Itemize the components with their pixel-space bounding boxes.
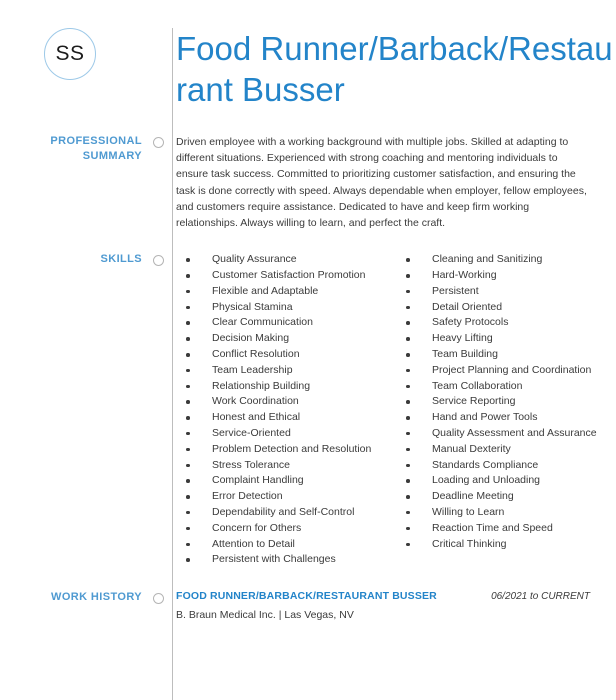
skill-item: Persistent — [396, 284, 616, 300]
skill-item: Attention to Detail — [176, 537, 396, 553]
skill-item: Critical Thinking — [396, 537, 616, 553]
skills-columns: Quality Assurance Customer Satisfaction P… — [176, 252, 616, 568]
skills-column-right: Cleaning and Sanitizing Hard-Working Persi… — [396, 252, 616, 568]
timeline-circle-icon — [153, 137, 164, 148]
skill-item: Reaction Time and Speed — [396, 521, 616, 537]
job-company: B. Braun Medical Inc. | Las Vegas, NV — [176, 609, 354, 622]
skill-item: Heavy Lifting — [396, 331, 616, 347]
section-professional-summary: PROFESSIONAL SUMMARY Driven employee wit… — [0, 134, 616, 231]
timeline-marker-column-skills — [152, 252, 173, 568]
skill-item: Customer Satisfaction Promotion — [176, 268, 396, 284]
timeline-marker-column — [152, 134, 173, 231]
skill-item: Decision Making — [176, 331, 396, 347]
name-block: Food Runner/Barback/Restaurant Busser — [173, 28, 616, 110]
skill-item: Hand and Power Tools — [396, 410, 616, 426]
skill-item: Standards Compliance — [396, 458, 616, 474]
skill-item: Flexible and Adaptable — [176, 284, 396, 300]
section-label-line-2: SUMMARY — [82, 150, 142, 162]
skills-content: Quality Assurance Customer Satisfaction P… — [173, 252, 616, 568]
timeline-circle-icon — [153, 593, 164, 605]
skill-item: Willing to Learn — [396, 505, 616, 521]
skill-item: Conflict Resolution — [176, 347, 396, 363]
skill-item: Persistent with Challenges — [176, 552, 396, 568]
job-dates: 06/2021 to CURRENT — [491, 591, 590, 603]
skill-item: Service-Oriented — [176, 426, 396, 442]
skill-item: Hard-Working — [396, 268, 616, 284]
avatar-monogram: SS — [44, 28, 96, 80]
skill-item: Loading and Unloading — [396, 473, 616, 489]
skill-item: Quality Assurance — [176, 252, 396, 268]
skill-item: Team Leadership — [176, 363, 396, 379]
avatar-column: SS — [0, 28, 152, 80]
skill-item: Physical Stamina — [176, 300, 396, 316]
skill-item: Relationship Building — [176, 379, 396, 395]
skill-item: Concern for Others — [176, 521, 396, 537]
skill-item: Service Reporting — [396, 394, 616, 410]
skill-item: Deadline Meeting — [396, 489, 616, 505]
summary-content: Driven employee with a working backgroun… — [173, 134, 616, 231]
summary-paragraph: Driven employee with a working backgroun… — [176, 136, 587, 230]
work-history-content: FOOD RUNNER/BARBACK/RESTAURANT BUSSER 06… — [173, 590, 616, 623]
section-label-skills: SKILLS — [100, 253, 142, 266]
skill-item: Project Planning and Coordination — [396, 363, 616, 379]
skill-item: Work Coordination — [176, 394, 396, 410]
skills-list-right: Cleaning and Sanitizing Hard-Working Persi… — [396, 252, 616, 552]
skill-item: Clear Communication — [176, 315, 396, 331]
skill-item: Team Collaboration — [396, 379, 616, 395]
skill-item: Manual Dexterity — [396, 442, 616, 458]
skill-item: Dependability and Self-Control — [176, 505, 396, 521]
resume-header: SS Food Runner/Barback/Restaurant Busser — [0, 0, 616, 110]
skill-item: Safety Protocols — [396, 315, 616, 331]
skill-item: Detail Oriented — [396, 300, 616, 316]
resume-document: SS Food Runner/Barback/Restaurant Busser… — [0, 0, 616, 700]
section-label-professional-summary: PROFESSIONAL SUMMARY — [0, 134, 152, 164]
job-header: FOOD RUNNER/BARBACK/RESTAURANT BUSSER 06… — [176, 590, 616, 602]
timeline-marker-column-work — [152, 590, 173, 623]
skill-item: Honest and Ethical — [176, 410, 396, 426]
skill-item: Quality Assessment and Assurance — [396, 426, 616, 442]
skills-column-left: Quality Assurance Customer Satisfaction P… — [176, 252, 396, 568]
skill-item: Team Building — [396, 347, 616, 363]
skill-item: Problem Detection and Resolution — [176, 442, 396, 458]
skills-list-left: Quality Assurance Customer Satisfaction P… — [176, 252, 396, 568]
section-skills: SKILLS Quality Assurance Customer Satisfa… — [0, 252, 616, 568]
section-work-history: WORK HISTORY FOOD RUNNER/BARBACK/RESTAUR… — [0, 590, 616, 623]
job-title: FOOD RUNNER/BARBACK/RESTAURANT BUSSER — [176, 590, 437, 603]
section-label-line-1: PROFESSIONAL — [50, 135, 142, 147]
page-title: Food Runner/Barback/Restaurant Busser — [176, 30, 613, 108]
skill-item: Complaint Handling — [176, 473, 396, 489]
skill-item: Cleaning and Sanitizing — [396, 252, 616, 268]
skill-item: Stress Tolerance — [176, 458, 396, 474]
section-label-work-history: WORK HISTORY — [51, 591, 142, 604]
timeline-circle-icon — [153, 255, 164, 267]
skill-item: Error Detection — [176, 489, 396, 505]
